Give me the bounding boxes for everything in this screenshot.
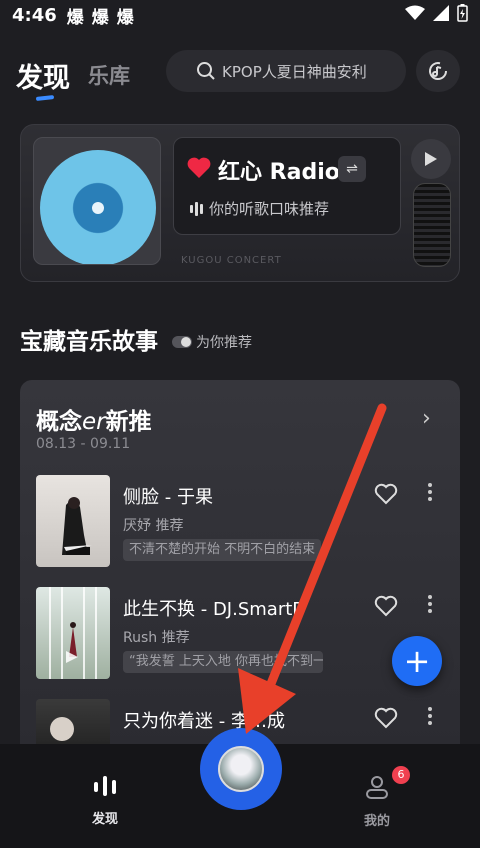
play-icon xyxy=(425,152,437,166)
recommend-label: 为你推荐 xyxy=(196,335,252,351)
chevron-right-icon[interactable]: › xyxy=(422,406,431,431)
header: 发现 乐库 KPOP人夏日神曲安利 xyxy=(0,48,480,101)
song-title: 侧脸 - 于果 xyxy=(123,487,213,508)
heart-icon xyxy=(187,157,211,178)
notification-icon: 爆 xyxy=(116,7,134,28)
song-cover-image[interactable] xyxy=(36,587,110,679)
more-options-icon[interactable] xyxy=(428,707,432,725)
status-time: 4:46 xyxy=(12,4,57,26)
radio-title: 红心 Radio xyxy=(218,160,340,185)
music-recognition-button[interactable] xyxy=(416,50,460,92)
song-title: 只为你着迷 - 李…成 xyxy=(123,711,285,732)
album-vinyl-frame xyxy=(33,137,161,265)
song-title: 此生不换 - DJ.SmartD xyxy=(123,599,307,620)
tab-library[interactable]: 乐库 xyxy=(88,60,130,90)
notification-badge: 6 xyxy=(392,766,410,784)
toggle-icon xyxy=(172,336,192,348)
radio-subtitle-row: 你的听歌口味推荐 xyxy=(190,198,329,219)
song-recommender: Rush 推荐 xyxy=(123,630,190,646)
user-icon xyxy=(366,776,388,799)
radio-dial-knob[interactable] xyxy=(413,183,451,267)
heart-radio-card[interactable]: KUGOU CONCERT 红心 Radio ⇌ 你的听歌口味推荐 xyxy=(20,124,460,282)
story-card: 概念er新推 08.13 - 09.11 › 侧脸 - 于果 厌妤 推荐 不清不… xyxy=(20,380,460,791)
song-row[interactable]: 侧脸 - 于果 厌妤 推荐 不清不楚的开始 不明不白的结束 xyxy=(36,475,446,567)
vinyl-record-image xyxy=(40,150,156,264)
radio-subtitle: 你的听歌口味推荐 xyxy=(209,200,330,218)
radio-info-panel: 红心 Radio ⇌ 你的听歌口味推荐 xyxy=(173,137,401,235)
card-title-er: er xyxy=(82,409,106,435)
now-playing-cover-image xyxy=(218,746,264,792)
battery-icon xyxy=(457,4,468,22)
music-recognition-icon xyxy=(429,62,448,80)
song-quote: “我发誓 上天入地 你再也找不到一个比我更有 xyxy=(123,651,323,673)
tab-discover[interactable]: 发现 xyxy=(16,56,70,95)
me-icon-wrap: 6 xyxy=(364,766,410,804)
card-title[interactable]: 概念er新推 xyxy=(36,402,152,436)
search-bar[interactable]: KPOP人夏日神曲安利 xyxy=(166,50,406,92)
card-title-suffix: 新推 xyxy=(105,409,152,435)
notification-icon: 爆 xyxy=(91,7,109,28)
nav-discover[interactable]: 发现 xyxy=(80,774,130,827)
like-heart-icon[interactable] xyxy=(374,707,398,729)
record-label-text: KUGOU CONCERT xyxy=(181,255,282,266)
notification-icon: 爆 xyxy=(66,7,84,28)
section-title: 宝藏音乐故事 xyxy=(20,329,158,355)
more-options-icon[interactable] xyxy=(428,483,432,501)
discover-bars-icon xyxy=(94,776,116,796)
card-date: 08.13 - 09.11 xyxy=(36,436,131,452)
nav-discover-label: 发现 xyxy=(91,812,118,827)
now-playing-button[interactable] xyxy=(200,728,282,810)
swap-arrows-icon: ⇌ xyxy=(346,161,358,177)
recommend-toggle[interactable]: 为你推荐 xyxy=(172,332,252,352)
nav-me[interactable]: 6 我的 xyxy=(352,766,410,829)
nav-me-label: 我的 xyxy=(363,814,390,829)
tab-active-indicator xyxy=(35,95,55,101)
switch-mode-button[interactable]: ⇌ xyxy=(338,156,366,182)
signal-icon xyxy=(433,5,449,21)
like-heart-icon[interactable] xyxy=(374,483,398,505)
song-cover-image[interactable] xyxy=(36,475,110,567)
more-options-icon[interactable] xyxy=(428,595,432,613)
add-button[interactable]: + xyxy=(392,636,442,686)
card-title-prefix: 概念 xyxy=(36,409,82,435)
search-placeholder: KPOP人夏日神曲安利 xyxy=(222,62,367,81)
song-row[interactable]: 此生不换 - DJ.SmartD Rush 推荐 “我发誓 上天入地 你再也找不… xyxy=(36,587,446,679)
song-recommender: 厌妤 推荐 xyxy=(123,518,184,534)
wifi-icon xyxy=(405,5,425,20)
radio-play-button[interactable] xyxy=(411,139,451,179)
status-bar: 4:46 爆 爆 爆 xyxy=(0,0,480,30)
like-heart-icon[interactable] xyxy=(374,595,398,617)
search-icon xyxy=(197,62,215,80)
equalizer-icon xyxy=(190,201,203,216)
song-quote: 不清不楚的开始 不明不白的结束 xyxy=(123,539,322,561)
plus-icon: + xyxy=(403,642,431,680)
